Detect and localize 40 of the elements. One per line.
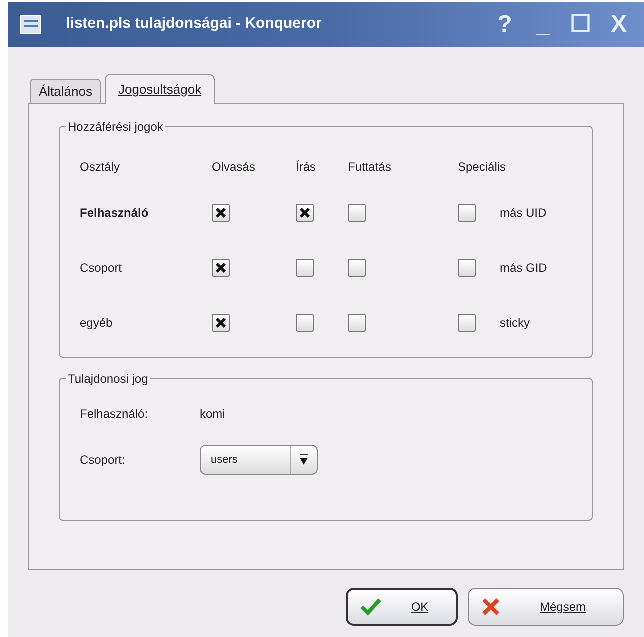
group-dropdown[interactable]: users	[200, 445, 318, 475]
close-icon	[481, 597, 501, 617]
checkbox[interactable]	[212, 258, 230, 276]
tab[interactable]: Általános	[30, 79, 102, 103]
checkbox[interactable]	[348, 258, 366, 276]
row-label: Csoport	[80, 260, 124, 276]
checkbox[interactable]	[348, 204, 366, 222]
checkbox[interactable]	[348, 314, 366, 332]
tab[interactable]: Jogosultságok	[105, 74, 215, 104]
checkbox[interactable]	[458, 258, 476, 276]
checkbox[interactable]	[458, 314, 476, 332]
field-value: komi	[200, 406, 226, 423]
x-mark-icon	[215, 316, 227, 328]
ok-button[interactable]: OK	[346, 588, 458, 626]
checkbox[interactable]	[212, 204, 230, 222]
checkbox[interactable]	[296, 314, 314, 332]
column-header: Olvasás	[212, 159, 256, 176]
checkbox[interactable]	[458, 204, 476, 222]
document-icon	[20, 14, 42, 34]
cancel-button[interactable]: Mégsem	[468, 588, 624, 626]
row-label: Felhasználó	[80, 204, 150, 222]
checkbox-label: más GID	[500, 260, 548, 276]
x-mark-icon	[299, 206, 311, 218]
checkbox[interactable]	[296, 258, 314, 276]
checkbox-label: más UID	[500, 204, 548, 222]
field-label: Csoport:	[80, 452, 126, 469]
dropdown-arrow-icon	[299, 454, 309, 466]
checkmark-icon	[360, 598, 382, 616]
checkbox-label: sticky	[500, 314, 531, 332]
x-mark-icon	[215, 262, 227, 274]
window-title: listen.pls tulajdonságai - Konqueror	[66, 14, 323, 34]
x-mark-icon	[215, 206, 227, 218]
column-header: Írás	[296, 159, 318, 176]
checkbox[interactable]	[212, 314, 230, 332]
column-header: Osztály	[80, 159, 122, 176]
checkbox[interactable]	[296, 204, 314, 222]
field-label: Felhasználó:	[80, 406, 150, 423]
row-label: egyéb	[80, 314, 114, 332]
column-header: Futtatás	[348, 159, 392, 176]
column-header: Speciális	[458, 159, 508, 176]
